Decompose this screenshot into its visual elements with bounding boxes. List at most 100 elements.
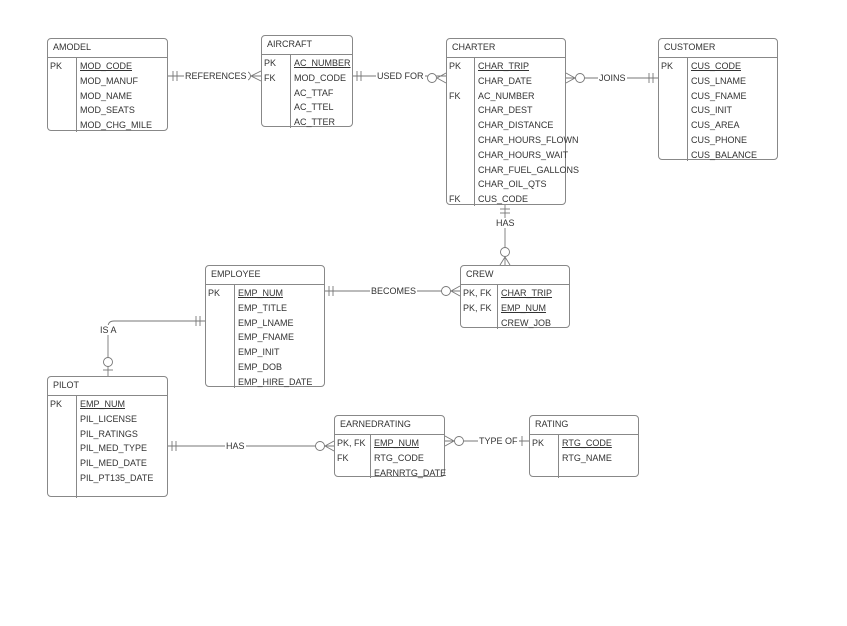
- attribute-name: CREW_JOB: [501, 317, 552, 328]
- attribute-name: CHAR_DEST: [478, 105, 533, 116]
- attribute-row: CHAR_HOURS_WAIT: [447, 148, 568, 163]
- attribute-row: PIL_PT135_DATE: [48, 471, 167, 486]
- attribute-row: AC_TTER: [262, 115, 352, 130]
- entity-attributes: PK CHAR_TRIP CHAR_DATE FK AC_NUMBER CHAR_DEST…: [447, 58, 579, 207]
- attribute-row: FK CUS_CODE: [447, 192, 565, 207]
- entity-employee[interactable]: EMPLOYEE PK EMP_NUM EMP_TITLE EMP_LNAME EMP_F…: [205, 265, 325, 390]
- attribute-name: PIL_MED_DATE: [80, 458, 147, 469]
- attribute-name: EMP_HIRE_DATE: [238, 376, 313, 387]
- attribute-row: FK MOD_CODE: [262, 71, 352, 86]
- attribute-row: MOD_CHG_MILE: [48, 118, 167, 133]
- attribute-row: EMP_HIRE_DATE: [206, 375, 324, 390]
- relationship-label-has-crew: HAS: [495, 218, 516, 228]
- key-marker: PK, FK: [463, 288, 492, 298]
- key-marker: PK: [264, 58, 277, 68]
- entity-title: EMPLOYEE: [206, 266, 324, 285]
- attribute-name: EMP_NUM: [501, 302, 547, 313]
- entity-title: CUSTOMER: [659, 39, 777, 58]
- er-diagram: REFERENCES USED FOR JOINS HAS BECOMES IS…: [0, 0, 847, 626]
- key-marker: FK: [449, 90, 461, 101]
- attribute-name: RTG_CODE: [374, 452, 424, 463]
- attribute-name: CUS_AREA: [691, 120, 740, 131]
- entity-amodel[interactable]: AMODEL PK MOD_CODE MOD_MANUF MOD_NAME MOD_SEA…: [47, 38, 168, 132]
- attribute-name: AC_TTAF: [294, 87, 334, 98]
- attribute-name: CUS_BALANCE: [691, 149, 758, 160]
- attribute-row: MOD_NAME: [48, 89, 167, 104]
- relationship-label-joins: JOINS: [598, 73, 627, 83]
- attribute-row: AC_TTAF: [262, 86, 352, 101]
- attribute-row: EARNRTG_DATE: [335, 466, 446, 481]
- attribute-name: MOD_CODE: [80, 61, 133, 71]
- attribute-name: EMP_NUM: [374, 438, 420, 448]
- has-crew-connector: [499, 205, 511, 266]
- entity-attributes: PK, FK EMP_NUM FK RTG_CODE EARNRTG_DATE: [335, 435, 446, 481]
- attribute-row: PK EMP_NUM: [206, 286, 324, 301]
- attribute-name: MOD_NAME: [80, 90, 133, 101]
- entity-rating[interactable]: RATING PK RTG_CODE RTG_NAME: [529, 415, 639, 478]
- key-marker: FK: [449, 194, 461, 205]
- attribute-name: PIL_PT135_DATE: [80, 472, 154, 483]
- attribute-row: PIL_MED_TYPE: [48, 441, 167, 456]
- attribute-row: [530, 466, 638, 481]
- attribute-name: AC_NUMBER: [478, 90, 535, 101]
- attribute-name: CHAR_DATE: [478, 75, 532, 86]
- attribute-name: EMP_DOB: [238, 361, 283, 372]
- attribute-row: MOD_MANUF: [48, 74, 167, 89]
- attribute-row: CUS_BALANCE: [659, 148, 777, 163]
- entity-attributes: PK, FK CHAR_TRIP PK, FK EMP_NUM CREW_JOB: [461, 285, 569, 329]
- entity-title: PILOT: [48, 377, 167, 396]
- attribute-name: RTG_NAME: [562, 452, 612, 463]
- entity-attributes: PK AC_NUMBER FK MOD_CODE AC_TTAF AC_TTEL AC_TT…: [262, 55, 352, 128]
- key-marker: PK: [50, 399, 63, 409]
- attribute-row: EMP_DOB: [206, 360, 324, 375]
- attribute-row: CHAR_DATE: [447, 74, 565, 89]
- attribute-row: CHAR_DEST: [447, 103, 565, 118]
- entity-title: AMODEL: [48, 39, 167, 58]
- entity-pilot[interactable]: PILOT PK EMP_NUM PIL_LICENSE PIL_RATINGS PIL_…: [47, 376, 168, 498]
- attribute-name: EMP_LNAME: [238, 317, 294, 328]
- attribute-row: CUS_FNAME: [659, 89, 777, 104]
- attribute-row: PK, FK CHAR_TRIP: [461, 286, 569, 301]
- entity-earnedrating[interactable]: EARNEDRATING PK, FK EMP_NUM FK RTG_CODE EARNR…: [334, 415, 446, 481]
- entity-charter[interactable]: CHARTER PK CHAR_TRIP CHAR_DATE FK AC_NUMBER CH…: [446, 38, 579, 207]
- attribute-name: AC_TTER: [294, 117, 336, 128]
- key-marker: PK: [661, 61, 674, 71]
- attribute-row: RTG_NAME: [530, 451, 638, 466]
- attribute-row: CHAR_OIL_QTS: [447, 177, 565, 192]
- attribute-name: MOD_CHG_MILE: [80, 120, 153, 131]
- attribute-row: PK, FK EMP_NUM: [335, 436, 444, 451]
- attribute-name: CHAR_TRIP: [501, 288, 553, 298]
- attribute-row: CHAR_FUEL_GALLONS: [447, 163, 579, 178]
- attribute-row: PK MOD_CODE: [48, 59, 167, 74]
- entity-attributes: PK EMP_NUM PIL_LICENSE PIL_RATINGS PIL_MED_T…: [48, 396, 167, 498]
- attribute-name: MOD_MANUF: [80, 75, 138, 86]
- entity-title: AIRCRAFT: [262, 36, 352, 55]
- attribute-name: CHAR_FUEL_GALLONS: [478, 164, 580, 175]
- attribute-row: EMP_LNAME: [206, 316, 324, 331]
- attribute-name: CUS_PHONE: [691, 134, 748, 145]
- attribute-row: AC_TTEL: [262, 100, 352, 115]
- attribute-row: PIL_MED_DATE: [48, 456, 167, 471]
- relationship-label-type-of: TYPE OF: [478, 436, 519, 446]
- key-marker: PK, FK: [463, 302, 492, 313]
- attribute-row: PK AC_NUMBER: [262, 56, 352, 71]
- attribute-row: FK AC_NUMBER: [447, 89, 565, 104]
- attribute-row: PK EMP_NUM: [48, 397, 167, 412]
- attribute-row: FK RTG_CODE: [335, 451, 444, 466]
- attribute-row: CUS_AREA: [659, 118, 777, 133]
- attribute-name: PIL_LICENSE: [80, 413, 138, 424]
- entity-customer[interactable]: CUSTOMER PK CUS_CODE CUS_LNAME CUS_FNAME CUS_…: [658, 38, 778, 163]
- attribute-row: CUS_LNAME: [659, 74, 777, 89]
- entity-aircraft[interactable]: AIRCRAFT PK AC_NUMBER FK MOD_CODE AC_TTAF AC_T…: [261, 35, 353, 128]
- entity-crew[interactable]: CREW PK, FK CHAR_TRIP PK, FK EMP_NUM CREW_JOB: [460, 265, 570, 329]
- attribute-row: PK CUS_CODE: [659, 59, 777, 74]
- key-marker: FK: [264, 72, 276, 83]
- attribute-name: CHAR_TRIP: [478, 61, 530, 71]
- attribute-name: AC_NUMBER: [294, 58, 351, 68]
- entity-attributes: PK MOD_CODE MOD_MANUF MOD_NAME MOD_SEATS MOD_…: [48, 58, 167, 132]
- relationship-label-has-rating: HAS: [225, 441, 246, 451]
- attribute-row: PK, FK EMP_NUM: [461, 301, 569, 316]
- attribute-row: CREW_JOB: [461, 316, 569, 331]
- attribute-row: CUS_INIT: [659, 103, 777, 118]
- attribute-name: CHAR_DISTANCE: [478, 120, 554, 131]
